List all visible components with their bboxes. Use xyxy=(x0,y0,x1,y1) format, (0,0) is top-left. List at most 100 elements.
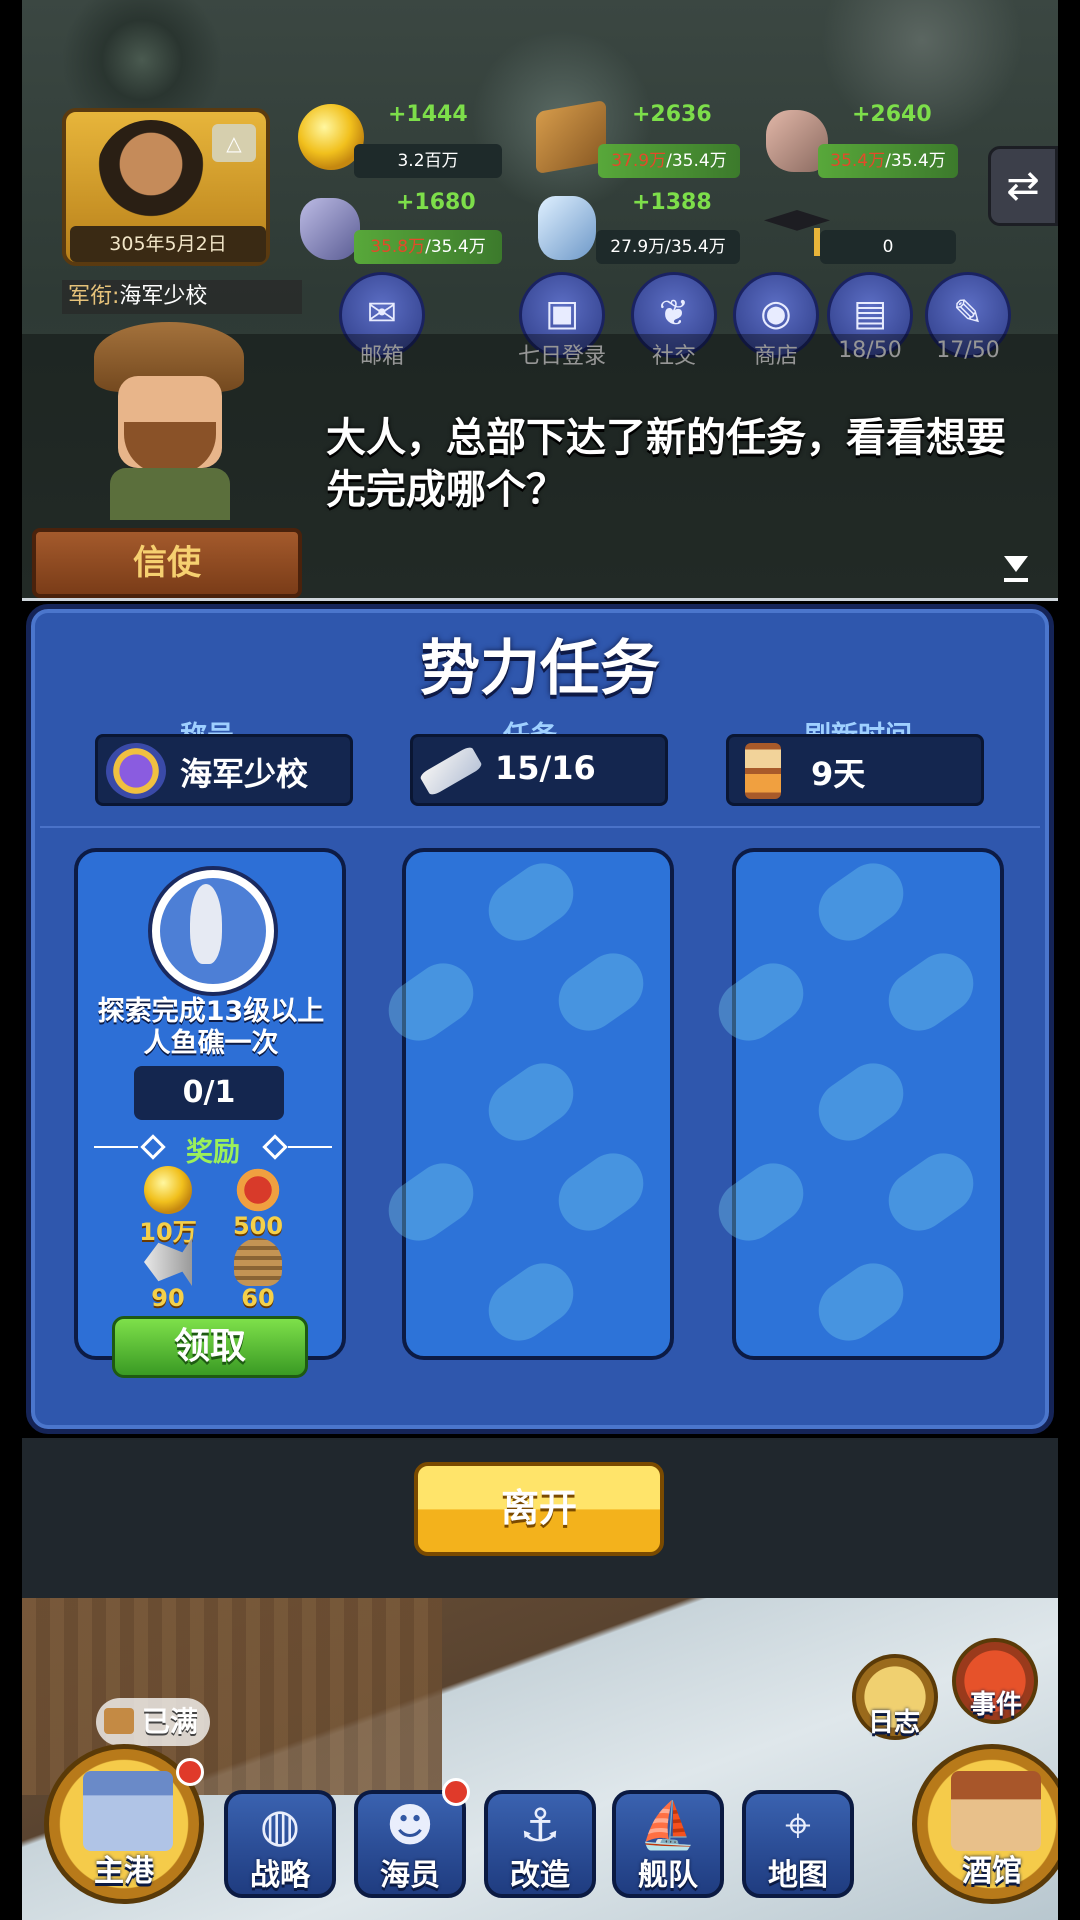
reward-label: 奖励 xyxy=(186,1137,240,1168)
right-edge xyxy=(1058,0,1080,1920)
title-box: 海军少校 xyxy=(95,734,353,806)
stone-amount: 35.4万/35.4万 xyxy=(818,144,958,178)
iron-current: 35.8万 xyxy=(370,237,426,257)
messenger-portrait xyxy=(88,318,248,520)
panel-divider xyxy=(40,826,1040,828)
bag-icon-glyph: ◉ xyxy=(760,293,792,334)
reward-fishbone: 90 xyxy=(128,1238,208,1328)
mail-icon-glyph: ✉ xyxy=(366,293,398,334)
wood-current: 37.9万 xyxy=(611,151,667,171)
crew-icon: ☻ xyxy=(386,1798,434,1852)
stamp-icon-glyph: ✎ xyxy=(952,293,984,334)
crystal-gain: +1388 xyxy=(632,190,712,215)
reward-header: 奖励 xyxy=(88,1132,338,1168)
strategy-icon: ◍ xyxy=(259,1798,301,1852)
game-screen: { "hud": { "date": "305年5月2日", "gold": {… xyxy=(0,0,1080,1920)
nav-label-map: 地图 xyxy=(768,1858,828,1893)
gold-gain: +1444 xyxy=(388,102,468,127)
scroll-watermark-icon xyxy=(476,1051,586,1153)
map-icon: ⌖ xyxy=(785,1798,811,1852)
wood-gain: +2636 xyxy=(632,102,712,127)
mermaid-icon xyxy=(190,884,222,964)
crystal-amount: 27.9万/35.4万 xyxy=(596,230,740,264)
scroll-watermark-icon xyxy=(476,1251,586,1353)
rank-info: 军衔:海军少校 xyxy=(62,280,302,314)
task-progress: 0/1 xyxy=(134,1066,284,1120)
crystal-icon xyxy=(538,196,596,260)
storage-full-badge[interactable]: 已满 xyxy=(96,1698,210,1746)
iron-gain: +1680 xyxy=(396,190,476,215)
task-card[interactable]: 探索完成13级以上人鱼礁一次 0/1 奖励 10万 500 90 60 领取 xyxy=(74,848,346,1378)
claim-button[interactable]: 领取 xyxy=(112,1316,308,1378)
iron-max: /35.4万 xyxy=(425,237,486,257)
game-date: 305年5月2日 xyxy=(70,226,266,262)
scholar-amount: 0 xyxy=(820,230,956,264)
rope-basket-icon xyxy=(234,1238,282,1286)
port-building-icon xyxy=(83,1771,173,1851)
body xyxy=(110,468,230,520)
book-icon-glyph: ▤ xyxy=(852,293,887,334)
notification-dot xyxy=(176,1758,204,1786)
stone-gain: +2640 xyxy=(852,102,932,127)
refresh-time: 9天 xyxy=(811,755,866,793)
stone-current: 35.4万 xyxy=(830,151,886,171)
switch-button[interactable]: ⇄ xyxy=(988,146,1058,226)
mermaid-reef-icon xyxy=(148,866,278,996)
crate-icon xyxy=(104,1708,134,1734)
fish-bone-icon xyxy=(144,1238,192,1286)
notification-dot xyxy=(442,1778,470,1806)
iron-icon xyxy=(300,198,360,260)
avatar xyxy=(96,120,206,230)
wood-icon xyxy=(536,99,606,175)
empty-task-slot xyxy=(706,848,1004,1360)
reward-basket: 60 xyxy=(218,1238,298,1328)
hourglass-icon xyxy=(745,743,781,799)
event-label: 事件 xyxy=(969,1690,1022,1720)
rank-badge-icon xyxy=(106,743,166,799)
scroll-watermark-icon xyxy=(546,941,656,1043)
panel-title: 势力任务 xyxy=(420,634,660,704)
stone-max: /35.4万 xyxy=(885,151,946,171)
gold-coin-icon xyxy=(144,1166,192,1214)
scroll-watermark-icon xyxy=(806,1051,916,1153)
log-label: 日志 xyxy=(867,1708,920,1738)
leave-button[interactable]: 离开 xyxy=(414,1462,664,1556)
calendar-icon-glyph: ▣ xyxy=(544,293,579,334)
nav-label-fleet: 舰队 xyxy=(638,1858,698,1893)
dialog-divider xyxy=(22,598,1058,601)
task-description: 探索完成13级以上人鱼礁一次 xyxy=(97,996,325,1059)
fleet-icon: ⛵ xyxy=(639,1798,697,1852)
nav-label-refit: 改造 xyxy=(510,1858,570,1893)
gold-amount: 3.2百万 xyxy=(354,144,502,178)
refit-icon: ⚓ xyxy=(519,1798,561,1852)
scroll-watermark-icon xyxy=(806,851,916,953)
task-count: 15/16 xyxy=(495,749,596,787)
rank-label: 军衔: xyxy=(68,284,120,309)
refresh-box: 9天 xyxy=(726,734,984,806)
task-box: 15/16 xyxy=(410,734,668,806)
wood-max: /35.4万 xyxy=(666,151,727,171)
nav-label-crew: 海员 xyxy=(380,1858,440,1893)
reward-basket-amount: 60 xyxy=(241,1284,275,1312)
nav-label-tavern: 酒馆 xyxy=(962,1854,1022,1889)
reward-fishbone-amount: 90 xyxy=(151,1284,185,1312)
scroll-watermark-icon xyxy=(476,851,586,953)
tavern-building-icon xyxy=(951,1771,1041,1851)
title-value: 海军少校 xyxy=(180,755,309,793)
rank-value: 海军少校 xyxy=(119,284,208,309)
left-edge xyxy=(0,0,22,1920)
scroll-watermark-icon xyxy=(806,1251,916,1353)
scroll-watermark-icon xyxy=(876,941,986,1043)
scroll-watermark-icon xyxy=(876,1141,986,1243)
nav-label-main-port: 主港 xyxy=(94,1854,154,1889)
reward-line-right xyxy=(288,1146,332,1148)
scroll-icon xyxy=(418,745,484,797)
dialog-text: 大人，总部下达了新的任务，看看想要先完成哪个？ xyxy=(326,415,1006,513)
empty-task-slot xyxy=(376,848,674,1360)
scroll-watermark-icon xyxy=(546,1141,656,1243)
storage-full-label: 已满 xyxy=(141,1705,198,1738)
rank-up-icon[interactable]: △ xyxy=(212,124,256,162)
laurel-icon-glyph: ❦ xyxy=(658,293,690,334)
next-arrow-icon[interactable] xyxy=(1004,556,1028,572)
iron-amount: 35.8万/35.4万 xyxy=(354,230,502,264)
